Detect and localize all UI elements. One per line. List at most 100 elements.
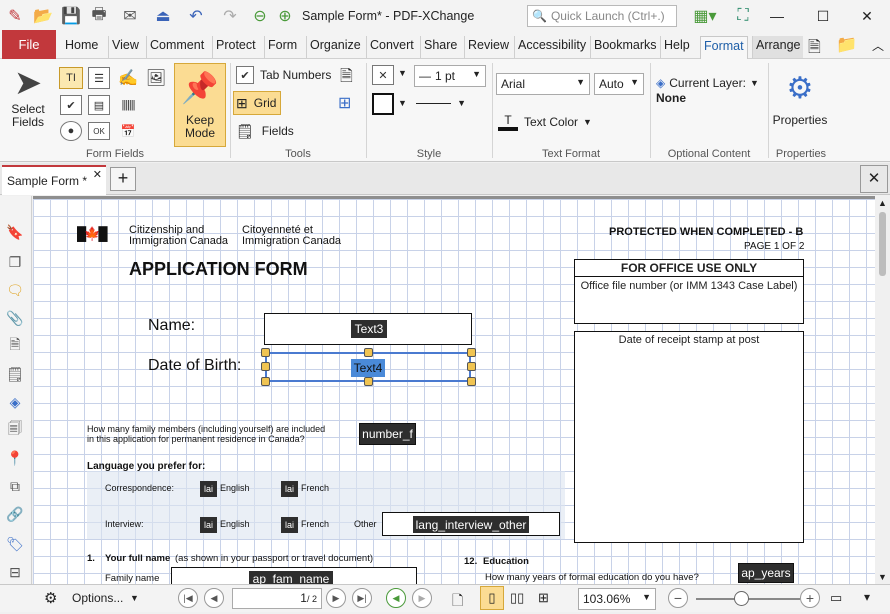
combo-box-icon[interactable]: ▤ bbox=[88, 95, 110, 115]
zoom-slider-thumb[interactable] bbox=[734, 591, 749, 606]
correspondence-french-radio[interactable]: lai bbox=[281, 481, 298, 497]
open-folder-icon[interactable]: 📂 bbox=[30, 4, 56, 28]
maximize-button[interactable]: ☐ bbox=[808, 4, 838, 28]
customize-toolbar-icon[interactable]: ▦▾ bbox=[687, 4, 723, 28]
previous-page-button[interactable]: ◀ bbox=[204, 588, 224, 608]
zoom-select[interactable]: 103.06% ▼ bbox=[578, 588, 656, 610]
radio-button-icon[interactable]: ● bbox=[60, 121, 82, 141]
text-color-button[interactable]: T Text Color ▼ bbox=[498, 111, 592, 133]
zoom-in-button[interactable]: + bbox=[800, 588, 820, 608]
page-number-input[interactable]: 1/ 2 bbox=[232, 588, 322, 609]
last-page-button[interactable]: ▶| bbox=[352, 588, 372, 608]
scroll-up-icon[interactable]: ▲ bbox=[878, 198, 887, 208]
links-icon[interactable]: 🔗 bbox=[5, 504, 25, 524]
comments-icon[interactable]: 🗨 bbox=[5, 280, 25, 300]
collapse-ribbon-icon[interactable]: ︿ bbox=[872, 37, 884, 54]
undo-icon[interactable]: ↶ bbox=[181, 4, 211, 28]
fit-page-icon[interactable]: ▭ bbox=[830, 590, 842, 606]
content-icon[interactable]: 🗐 bbox=[5, 420, 25, 440]
email-icon[interactable]: ✉ bbox=[115, 4, 145, 28]
minimize-button[interactable]: — bbox=[762, 4, 792, 28]
chevron-down-icon[interactable]: ▼ bbox=[398, 98, 407, 108]
go-forward-button[interactable]: ▶ bbox=[412, 588, 432, 608]
signature-field-icon[interactable]: ✍ bbox=[116, 67, 140, 89]
resize-handle[interactable] bbox=[261, 348, 270, 357]
forward-icon[interactable]: ⊕ bbox=[274, 4, 296, 28]
select-fields-button[interactable]: ➤ Select Fields bbox=[4, 63, 52, 143]
keep-mode-button[interactable]: 📌 Keep Mode bbox=[174, 63, 226, 147]
line-style-select[interactable]: ▼ bbox=[416, 95, 466, 111]
font-size-select[interactable]: Auto ▼ bbox=[594, 73, 644, 95]
scan-icon[interactable]: ⏏ bbox=[148, 4, 178, 28]
document-tab[interactable]: Sample Form * ✕ bbox=[2, 165, 106, 195]
border-color-icon[interactable] bbox=[372, 93, 394, 115]
image-field-icon[interactable]: 🖼 bbox=[144, 67, 168, 89]
tab-view[interactable]: View bbox=[108, 36, 142, 58]
interview-french-radio[interactable]: lai bbox=[281, 517, 298, 533]
file-menu-button[interactable]: File bbox=[2, 30, 56, 59]
tab-organize[interactable]: Organize bbox=[306, 36, 364, 58]
structure-tree-icon[interactable]: ⧉ bbox=[5, 476, 25, 496]
layers-icon[interactable]: ◈ bbox=[5, 392, 25, 412]
correspondence-english-radio[interactable]: lai bbox=[200, 481, 217, 497]
tab-arrange[interactable]: Arrange bbox=[752, 36, 804, 58]
tab-help[interactable]: Help bbox=[660, 36, 693, 58]
vertical-scrollbar[interactable]: ▲ ▼ bbox=[875, 196, 890, 584]
quick-launch-input[interactable]: 🔍 Quick Launch (Ctrl+.) bbox=[527, 5, 677, 27]
resize-handle[interactable] bbox=[261, 362, 270, 371]
list-box-icon[interactable]: ☰ bbox=[88, 67, 110, 89]
resize-handle[interactable] bbox=[364, 348, 373, 357]
options-gear-icon[interactable]: ⚙ bbox=[44, 589, 57, 607]
tab-protect[interactable]: Protect bbox=[212, 36, 259, 58]
font-family-select[interactable]: Arial ▼ bbox=[496, 73, 590, 95]
tab-form[interactable]: Form bbox=[264, 36, 300, 58]
text-field-icon[interactable]: TI bbox=[59, 67, 83, 89]
options-button[interactable]: Options... bbox=[72, 591, 123, 605]
tab-numbers-toggle[interactable]: ✔ Tab Numbers bbox=[236, 65, 331, 85]
tags-icon[interactable]: 🏷 bbox=[5, 534, 25, 554]
ap-fam-name-field[interactable]: ap_fam_name bbox=[249, 571, 333, 584]
close-window-button[interactable]: ✕ bbox=[852, 4, 882, 28]
push-button-icon[interactable]: OK bbox=[88, 122, 110, 140]
first-page-button[interactable]: |◀ bbox=[178, 588, 198, 608]
next-page-button[interactable]: ▶ bbox=[326, 588, 346, 608]
facing-continuous-view-icon[interactable]: ⊞ bbox=[538, 590, 549, 606]
scroll-down-icon[interactable]: ▼ bbox=[878, 572, 887, 582]
folder-key-icon[interactable]: 📁 bbox=[836, 35, 857, 55]
tab-convert[interactable]: Convert bbox=[366, 36, 417, 58]
fields-button[interactable]: 🗒 Fields bbox=[236, 121, 294, 141]
resize-handle[interactable] bbox=[467, 362, 476, 371]
number-field[interactable]: number_f bbox=[359, 423, 416, 445]
line-width-select[interactable]: —1 pt ▼ bbox=[414, 65, 486, 87]
date-field-icon[interactable]: 📅 bbox=[116, 121, 140, 141]
destinations-icon[interactable]: 📍 bbox=[5, 448, 25, 468]
scroll-thumb[interactable] bbox=[879, 212, 886, 276]
fields-tree-icon[interactable]: ⊟ bbox=[5, 562, 25, 582]
checkbox-field-icon[interactable]: ✔ bbox=[60, 95, 82, 115]
pdf-page[interactable]: █🍁█ Citizenship and Immigration Canada C… bbox=[33, 199, 875, 584]
barcode-field-icon[interactable]: ||||||| bbox=[116, 95, 140, 115]
tab-home[interactable]: Home bbox=[62, 36, 101, 58]
current-layer-select[interactable]: ◈ Current Layer: ▼ bbox=[656, 73, 764, 93]
new-tab-button[interactable]: + bbox=[110, 167, 136, 191]
tab-comment[interactable]: Comment bbox=[146, 36, 207, 58]
print-icon[interactable]: 🖶 bbox=[86, 4, 112, 28]
signatures-icon[interactable]: 🗒 bbox=[5, 364, 25, 384]
go-back-button[interactable]: ◀ bbox=[386, 588, 406, 608]
interview-english-radio[interactable]: lai bbox=[200, 517, 217, 533]
ap-years-field[interactable]: ap_years bbox=[738, 563, 794, 583]
chevron-down-icon[interactable]: ▼ bbox=[130, 593, 139, 603]
save-icon[interactable]: 💾 bbox=[59, 4, 83, 28]
status-menu-icon[interactable]: ▾ bbox=[864, 590, 870, 604]
tab-share[interactable]: Share bbox=[420, 36, 460, 58]
fullscreen-icon[interactable]: ⛶ bbox=[731, 4, 755, 28]
text3-field[interactable]: Text3 bbox=[351, 320, 387, 338]
properties-button[interactable]: ⚙ Properties bbox=[772, 65, 828, 135]
tab-accessibility[interactable]: Accessibility bbox=[514, 36, 589, 58]
grid-toggle[interactable]: ⊞ Grid bbox=[233, 91, 282, 115]
resize-handle[interactable] bbox=[467, 377, 476, 386]
lang-interview-other-field[interactable]: lang_interview_other bbox=[413, 516, 529, 533]
single-page-view-icon[interactable]: 🗋 bbox=[452, 590, 463, 614]
chevron-down-icon[interactable]: ▼ bbox=[398, 68, 407, 78]
document-properties-icon[interactable]: 🗎 bbox=[340, 65, 353, 92]
